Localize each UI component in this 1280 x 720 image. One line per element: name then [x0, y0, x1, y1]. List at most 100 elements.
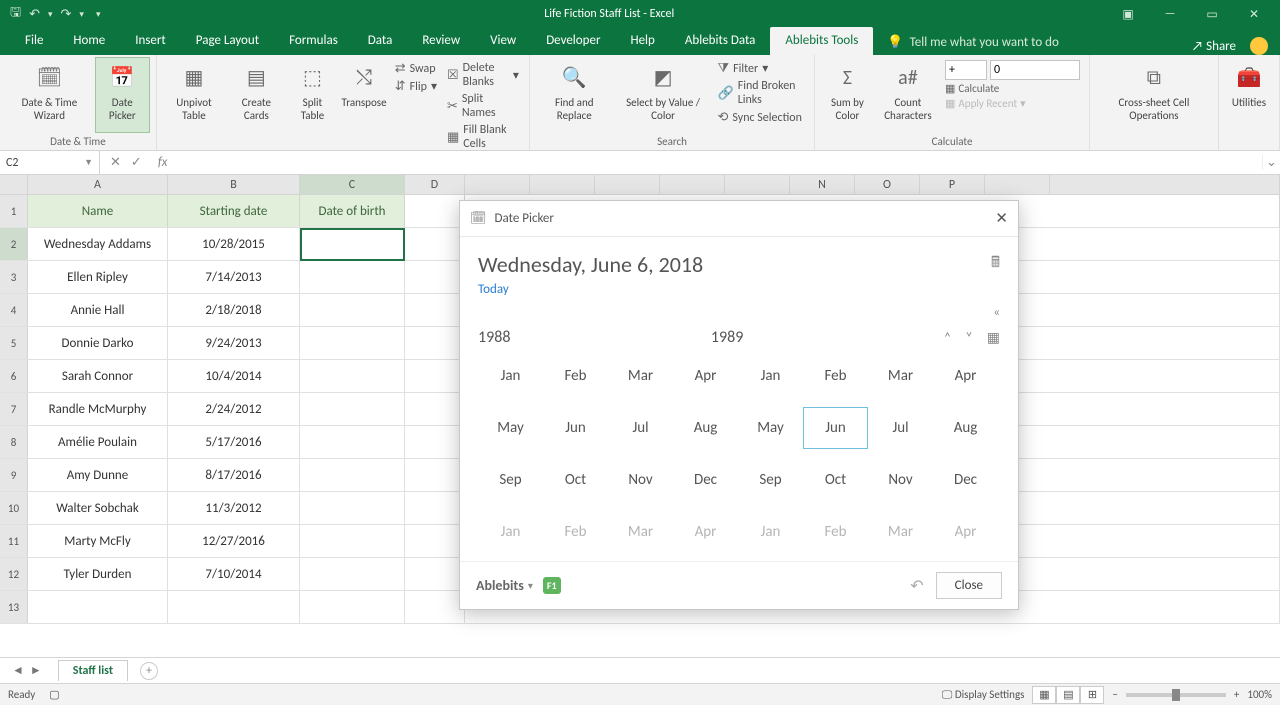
- name-box[interactable]: C2▼: [0, 151, 100, 174]
- fx-icon[interactable]: fx: [152, 155, 174, 170]
- month-dec[interactable]: Dec: [673, 459, 738, 501]
- zoom-slider[interactable]: [1126, 693, 1226, 697]
- cell[interactable]: [300, 228, 405, 260]
- tab-data[interactable]: Data: [353, 27, 408, 55]
- cell[interactable]: 7/14/2013: [168, 261, 300, 293]
- tab-file[interactable]: File: [10, 27, 58, 55]
- tab-home[interactable]: Home: [58, 27, 120, 55]
- create-cards-button[interactable]: ▤Create Cards: [227, 57, 285, 133]
- date-picker-button[interactable]: 📅Date Picker: [95, 57, 150, 133]
- macro-record-icon[interactable]: ▢: [49, 688, 59, 701]
- cell[interactable]: [405, 228, 465, 260]
- cell[interactable]: [300, 261, 405, 293]
- calc-value-input[interactable]: [990, 60, 1080, 80]
- tab-developer[interactable]: Developer: [531, 27, 615, 55]
- redo-icon[interactable]: ↷: [61, 7, 72, 22]
- split-table-button[interactable]: ⬚Split Table: [288, 57, 338, 133]
- cell[interactable]: 9/24/2013: [168, 327, 300, 359]
- cell[interactable]: Wednesday Addams: [28, 228, 168, 260]
- year-1989[interactable]: 1989: [711, 328, 944, 347]
- row-header[interactable]: 13: [0, 591, 28, 623]
- f1-badge[interactable]: F1: [543, 577, 561, 594]
- cell[interactable]: [300, 591, 405, 623]
- sum-by-color-button[interactable]: ΣSum by Color: [821, 57, 874, 133]
- cell[interactable]: [405, 459, 465, 491]
- month-mar[interactable]: Mar: [608, 355, 673, 397]
- cell[interactable]: [300, 558, 405, 590]
- fill-blank-cells-button[interactable]: ▦Fill Blank Cells: [447, 123, 519, 151]
- cell-b1[interactable]: Starting date: [168, 195, 300, 227]
- row-header[interactable]: 3: [0, 261, 28, 293]
- collapse-icon[interactable]: «: [993, 305, 1000, 320]
- year-1988[interactable]: 1988: [478, 328, 711, 347]
- cell[interactable]: Amélie Poulain: [28, 426, 168, 458]
- cell[interactable]: [300, 525, 405, 557]
- month-aug[interactable]: Aug: [673, 407, 738, 449]
- month-sep[interactable]: Sep: [738, 459, 803, 501]
- month-oct[interactable]: Oct: [803, 459, 868, 501]
- sheet-nav-prev-icon[interactable]: ◄: [12, 663, 24, 678]
- cell[interactable]: [405, 591, 465, 623]
- tab-view[interactable]: View: [475, 27, 531, 55]
- cell[interactable]: 2/18/2018: [168, 294, 300, 326]
- cell[interactable]: Sarah Connor: [28, 360, 168, 392]
- cell[interactable]: [300, 393, 405, 425]
- year-prev-icon[interactable]: ˄: [944, 329, 952, 346]
- sync-selection-button[interactable]: ⟲Sync Selection: [718, 110, 805, 125]
- cell-c1[interactable]: Date of birth: [300, 195, 405, 227]
- tab-formulas[interactable]: Formulas: [274, 27, 353, 55]
- undo-icon[interactable]: ↶: [29, 7, 40, 22]
- cell[interactable]: [300, 492, 405, 524]
- swap-button[interactable]: ⇄Swap: [395, 61, 437, 76]
- cell[interactable]: 2/24/2012: [168, 393, 300, 425]
- save-icon[interactable]: 🖫: [10, 3, 21, 25]
- cell[interactable]: [300, 327, 405, 359]
- cancel-formula-icon[interactable]: ✕: [110, 155, 121, 170]
- cell[interactable]: [168, 591, 300, 623]
- cell[interactable]: 8/17/2016: [168, 459, 300, 491]
- month-nov[interactable]: Nov: [868, 459, 933, 501]
- sheet-nav-next-icon[interactable]: ►: [30, 663, 42, 678]
- row-header[interactable]: 10: [0, 492, 28, 524]
- month-mar[interactable]: Mar: [868, 355, 933, 397]
- cell[interactable]: [405, 261, 465, 293]
- qat-customize-icon[interactable]: ▾: [96, 9, 101, 20]
- chevron-down-icon[interactable]: ▼: [84, 157, 93, 168]
- display-settings-button[interactable]: 🖵 Display Settings: [942, 688, 1025, 702]
- month-jun[interactable]: Jun: [803, 407, 868, 449]
- month-dim[interactable]: Mar: [608, 511, 673, 553]
- cell[interactable]: [300, 360, 405, 392]
- formula-bar-expand-icon[interactable]: ⌄: [1262, 155, 1280, 170]
- apply-recent-button[interactable]: ▦ Apply Recent ▾: [945, 97, 1080, 110]
- view-normal-button[interactable]: ▦: [1032, 686, 1056, 704]
- month-jun[interactable]: Jun: [543, 407, 608, 449]
- row-header-1[interactable]: 1: [0, 195, 28, 227]
- row-header[interactable]: 12: [0, 558, 28, 590]
- cell[interactable]: [28, 591, 168, 623]
- month-dim[interactable]: Apr: [933, 511, 998, 553]
- delete-blanks-button[interactable]: ☒Delete Blanks ▾: [447, 61, 519, 89]
- dialog-close-icon[interactable]: ✕: [995, 209, 1008, 228]
- zoom-in-button[interactable]: +: [1234, 688, 1239, 701]
- close-window-button[interactable]: ✕: [1234, 1, 1274, 27]
- tab-page-layout[interactable]: Page Layout: [181, 27, 274, 55]
- new-sheet-button[interactable]: +: [140, 662, 158, 680]
- undo-dropdown-icon[interactable]: ▾: [48, 9, 53, 20]
- cell[interactable]: [405, 525, 465, 557]
- tell-me[interactable]: 💡 Tell me what you want to do: [873, 30, 1073, 55]
- cross-sheet-button[interactable]: ⧉Cross-sheet Cell Operations: [1096, 57, 1212, 133]
- cell[interactable]: Randle McMurphy: [28, 393, 168, 425]
- share-button[interactable]: ↗ Share: [1192, 39, 1236, 54]
- brand-label[interactable]: Ablebits: [476, 577, 524, 594]
- col-header-d[interactable]: D: [405, 175, 465, 194]
- cell[interactable]: Annie Hall: [28, 294, 168, 326]
- month-dim[interactable]: Jan: [738, 511, 803, 553]
- month-dim[interactable]: Mar: [868, 511, 933, 553]
- month-dim[interactable]: Apr: [673, 511, 738, 553]
- col-header-a[interactable]: A: [28, 175, 168, 194]
- cell[interactable]: [405, 360, 465, 392]
- year-grid-icon[interactable]: ▦: [987, 329, 1000, 346]
- calculate-button[interactable]: ▦ Calculate: [945, 82, 1080, 95]
- select-all-button[interactable]: [0, 175, 28, 194]
- cell[interactable]: Tyler Durden: [28, 558, 168, 590]
